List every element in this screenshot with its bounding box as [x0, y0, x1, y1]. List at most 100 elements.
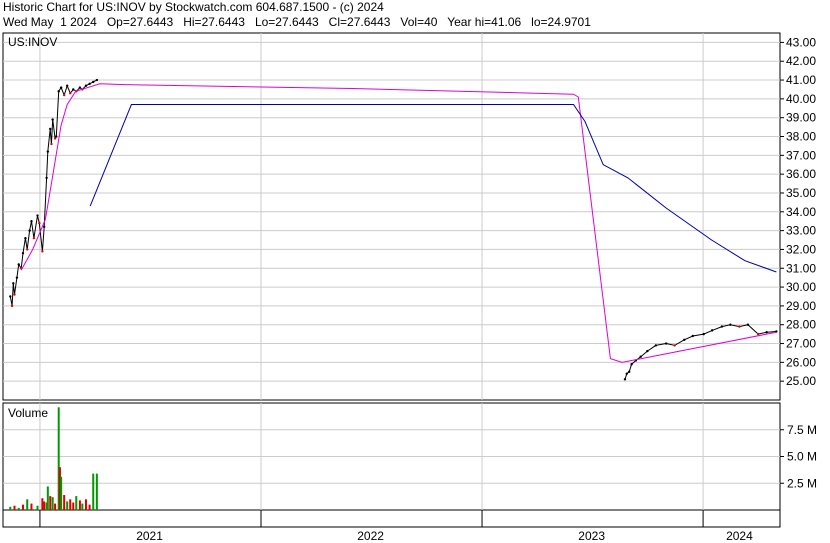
price-point — [628, 370, 631, 373]
price-point — [28, 229, 31, 232]
price-point — [10, 304, 14, 308]
price-point — [78, 86, 82, 89]
price-point — [702, 332, 705, 336]
y-tick-label: 25.00 — [786, 374, 816, 388]
price-point — [746, 323, 750, 326]
price-point — [30, 220, 33, 223]
volume-bar — [84, 499, 87, 510]
price-point — [32, 236, 36, 240]
volume-bar — [21, 504, 24, 510]
price-point — [13, 293, 16, 296]
price-point — [630, 363, 633, 366]
volume-bar — [92, 473, 95, 510]
vol-tick-label: 7.5 M — [787, 423, 817, 437]
y-tick-label: 36.00 — [786, 167, 816, 181]
volume-bar — [63, 495, 66, 510]
price-point — [9, 295, 12, 298]
price-point — [729, 323, 732, 326]
y-tick-label: 38.00 — [786, 130, 816, 144]
price-point — [50, 142, 53, 146]
price-point — [45, 176, 48, 180]
y-tick-label: 42.00 — [786, 54, 816, 68]
price-point — [646, 349, 649, 353]
price-panel-title: US:INOV — [8, 35, 57, 49]
x-tick-label-2022: 2022 — [357, 529, 384, 543]
axis-labels: 43.00 42.00 41.00 40.00 39.00 38.00 37.00 36.00… — [8, 35, 817, 543]
price-point — [84, 84, 88, 87]
volume-bar — [95, 473, 98, 510]
vol-tick-label: 5.0 M — [787, 450, 817, 464]
price-point — [710, 329, 714, 332]
volume-bar — [9, 506, 12, 510]
volume-bar — [36, 505, 39, 510]
price-point — [46, 150, 50, 153]
price-point — [55, 135, 58, 138]
volume-bar — [60, 476, 63, 510]
volume-bar — [66, 501, 69, 510]
volume-bar — [26, 499, 29, 510]
y-tick-label: 28.00 — [786, 318, 816, 332]
volume-bar — [78, 500, 81, 510]
volume-bar — [88, 504, 91, 510]
volume-bar — [13, 505, 16, 510]
volume-bar — [75, 496, 78, 510]
volume-bar — [30, 503, 33, 510]
price-point — [65, 84, 69, 87]
x-tick-label-2024: 2024 — [726, 529, 753, 543]
price-point — [639, 355, 642, 358]
price-point — [673, 344, 676, 347]
stock-chart: 43.00 42.00 41.00 40.00 39.00 38.00 37.00 36.00… — [2, 32, 817, 543]
y-tick-label: 41.00 — [786, 73, 816, 87]
volume-bar — [17, 507, 20, 510]
y-tick-label: 32.00 — [786, 242, 816, 256]
volume-bar — [41, 498, 44, 510]
date-axis-frame — [2, 509, 781, 528]
price-point — [59, 86, 63, 89]
price-point — [691, 334, 694, 338]
price-point — [88, 82, 91, 86]
volume-bar — [81, 503, 84, 510]
price-point — [12, 282, 15, 285]
price-point — [24, 236, 27, 240]
price-grid — [3, 33, 784, 527]
price-point — [765, 331, 768, 334]
y-tick-label: 39.00 — [786, 111, 816, 125]
price-point — [756, 332, 760, 336]
price-series — [9, 78, 778, 381]
price-point — [92, 80, 95, 84]
series-ma_short-2 — [20, 83, 777, 363]
price-point — [49, 127, 52, 131]
x-tick-label-2021: 2021 — [136, 529, 163, 543]
y-tick-label: 30.00 — [786, 280, 816, 294]
price-point — [683, 338, 686, 341]
price-point — [15, 276, 19, 279]
price-point — [26, 248, 29, 251]
price-point — [42, 225, 46, 229]
price-point — [72, 88, 75, 91]
price-point — [69, 92, 72, 95]
price-point — [738, 325, 741, 328]
price-point — [625, 372, 628, 375]
y-tick-label: 31.00 — [786, 261, 816, 275]
volume-bar — [72, 502, 75, 510]
y-tick-label: 27.00 — [786, 337, 816, 351]
price-point — [720, 325, 724, 328]
price-point — [51, 118, 54, 121]
y-tick-label: 43.00 — [786, 35, 816, 49]
price-point — [664, 342, 668, 345]
price-point — [654, 344, 658, 347]
x-tick-label-2023: 2023 — [578, 529, 605, 543]
y-tick-label: 34.00 — [786, 205, 816, 219]
y-tick-label: 29.00 — [786, 299, 816, 313]
y-tick-label: 33.00 — [786, 224, 816, 238]
price-panel-frame — [2, 32, 781, 401]
series-ma_long-3 — [89, 104, 777, 273]
y-tick-label: 40.00 — [786, 92, 816, 106]
volume-bar — [43, 501, 46, 510]
price-point — [21, 252, 25, 255]
chart-frames — [2, 32, 781, 528]
volume-bar — [69, 499, 72, 510]
price-point — [36, 214, 39, 217]
volume-bar — [51, 497, 54, 510]
volume-bars — [9, 407, 98, 510]
